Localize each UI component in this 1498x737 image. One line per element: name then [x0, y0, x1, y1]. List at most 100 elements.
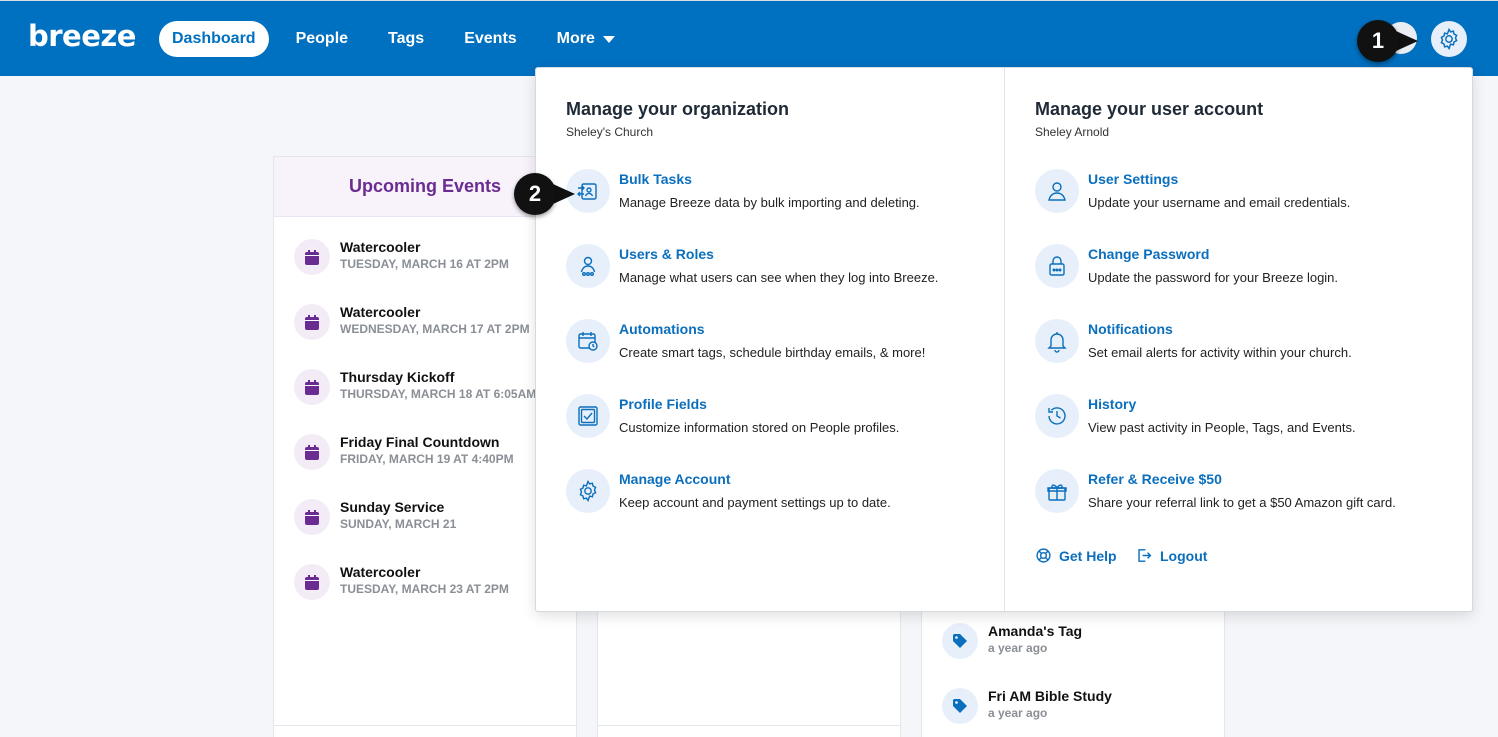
refer-icon-wrap	[1035, 469, 1079, 513]
event-name: Thursday Kickoff	[340, 369, 455, 385]
nav-dashboard[interactable]: Dashboard	[159, 21, 269, 57]
event-item[interactable]: Watercooler TUESDAY, MARCH 16 AT 2PM	[294, 239, 509, 275]
event-name: Watercooler	[340, 304, 421, 320]
menu-item-user-settings[interactable]: User Settings Update your username and em…	[1035, 169, 1350, 213]
user-name: Sheley Arnold	[1035, 125, 1110, 139]
bulk-import-icon	[577, 183, 597, 200]
event-item[interactable]: Watercooler TUESDAY, MARCH 23 AT 2PM	[294, 564, 509, 600]
history-icon	[1048, 407, 1066, 425]
menu-item-description: Customize information stored on People p…	[619, 420, 900, 435]
change-password-icon-wrap	[1035, 244, 1079, 288]
tag-item[interactable]: Amanda's Tag a year ago	[942, 623, 1082, 659]
event-name: Watercooler	[340, 239, 421, 255]
menu-item-label: Notifications	[1088, 321, 1173, 337]
menu-item-label: Profile Fields	[619, 396, 707, 412]
event-item[interactable]: Friday Final Countdown FRIDAY, MARCH 19 A…	[294, 434, 514, 470]
nav-people-label: People	[295, 30, 349, 47]
calendar-clock-icon	[578, 332, 598, 351]
tag-icon	[953, 699, 967, 713]
tag-name: Amanda's Tag	[988, 623, 1083, 639]
card-footer-divider	[274, 725, 576, 726]
user-roles-icon	[580, 256, 596, 277]
event-name: Sunday Service	[340, 499, 445, 515]
event-item[interactable]: Sunday Service SUNDAY, MARCH 21	[294, 499, 456, 535]
logout-label: Logout	[1160, 547, 1208, 564]
event-item[interactable]: Watercooler WEDNESDAY, MARCH 17 AT 2PM	[294, 304, 530, 340]
menu-item-label: User Settings	[1088, 171, 1179, 187]
event-name: Watercooler	[340, 564, 421, 580]
callout-marker-2: 2	[514, 173, 556, 215]
menu-item-automations[interactable]: Automations Create smart tags, schedule b…	[566, 319, 925, 363]
gear-icon	[579, 479, 597, 503]
menu-item-description: Share your referral link to get a $50 Am…	[1088, 495, 1396, 510]
chevron-down-icon	[602, 35, 615, 43]
event-item[interactable]: Thursday Kickoff THURSDAY, MARCH 18 AT 6:…	[294, 369, 536, 405]
event-calendar-icon-wrap	[294, 304, 330, 340]
logout-icon	[1138, 549, 1152, 562]
event-date: FRIDAY, MARCH 19 AT 4:40PM	[340, 452, 514, 466]
nav-tags[interactable]: Tags	[375, 21, 437, 57]
profile-fields-icon-wrap	[566, 394, 610, 438]
manage-account-icon-wrap	[566, 469, 610, 513]
menu-item-label: Change Password	[1088, 246, 1210, 262]
event-name: Friday Final Countdown	[340, 434, 500, 450]
lifebuoy-icon	[1036, 548, 1051, 563]
menu-item-change-password[interactable]: Change Password Update the password for y…	[1035, 244, 1338, 288]
breeze-logo[interactable]: breeze	[28, 19, 136, 53]
get-help-link[interactable]: Get Help	[1035, 547, 1117, 564]
user-icon	[1048, 182, 1066, 201]
org-section-title: Manage your organization	[566, 99, 790, 119]
menu-item-label: History	[1088, 396, 1137, 412]
menu-item-description: Keep account and payment settings up to …	[619, 495, 891, 510]
menu-item-bulk-tasks[interactable]: Bulk Tasks Manage Breeze data by bulk imp…	[566, 169, 920, 213]
event-date: TUESDAY, MARCH 23 AT 2PM	[340, 582, 509, 596]
calendar-icon	[305, 379, 319, 395]
callout-arrow-1	[1396, 31, 1418, 51]
settings-button[interactable]	[1431, 21, 1467, 57]
menu-item-description: Update the password for your Breeze logi…	[1088, 270, 1339, 285]
user-section-title: Manage your user account	[1035, 99, 1264, 119]
nav-dashboard-label: Dashboard	[172, 30, 256, 47]
upcoming-events-card: Upcoming Events Watercooler TUESDAY, MARC…	[273, 156, 577, 737]
bell-icon	[1047, 332, 1067, 353]
history-icon-wrap	[1035, 394, 1079, 438]
calendar-icon	[305, 314, 319, 330]
settings-dropdown-menu: Manage your organization Sheley's Church…	[535, 67, 1473, 612]
card-footer-divider	[598, 725, 900, 726]
logout-link[interactable]: Logout	[1135, 547, 1207, 564]
org-name: Sheley's Church	[566, 125, 653, 139]
gear-icon	[1440, 27, 1458, 51]
automations-icon-wrap	[566, 319, 610, 363]
tag-item[interactable]: Fri AM Bible Study a year ago	[942, 688, 1112, 724]
nav-people[interactable]: People	[283, 21, 361, 57]
user-settings-icon-wrap	[1035, 169, 1079, 213]
menu-item-label: Automations	[619, 321, 705, 337]
tag-name: Fri AM Bible Study	[988, 688, 1112, 704]
nav-events-label: Events	[464, 30, 517, 47]
event-calendar-icon-wrap	[294, 369, 330, 405]
tag-icon-wrap	[942, 623, 978, 659]
calendar-icon	[305, 509, 319, 525]
menu-item-description: Set email alerts for activity within you…	[1088, 345, 1352, 360]
callout-arrow-2	[553, 184, 575, 204]
callout-marker-1: 1	[1357, 20, 1399, 62]
event-date: THURSDAY, MARCH 18 AT 6:05AM	[340, 387, 537, 401]
users-roles-icon-wrap	[566, 244, 610, 288]
menu-item-users-roles[interactable]: Users & Roles Manage what users can see w…	[566, 244, 938, 288]
tag-time: a year ago	[988, 641, 1048, 655]
menu-item-profile-fields[interactable]: Profile Fields Customize information stor…	[566, 394, 899, 438]
get-help-label: Get Help	[1059, 547, 1117, 564]
menu-item-description: View past activity in People, Tags, and …	[1088, 420, 1356, 435]
event-date: SUNDAY, MARCH 21	[340, 517, 457, 531]
calendar-icon	[305, 444, 319, 460]
event-date: WEDNESDAY, MARCH 17 AT 2PM	[340, 322, 530, 336]
event-date: TUESDAY, MARCH 16 AT 2PM	[340, 257, 509, 271]
nav-more[interactable]: More	[544, 21, 628, 57]
menu-item-manage-account[interactable]: Manage Account Keep account and payment s…	[566, 469, 891, 513]
nav-events[interactable]: Events	[451, 21, 529, 57]
nav-more-label: More	[556, 30, 595, 47]
menu-item-refer-receive[interactable]: Refer & Receive $50 Share your referral l…	[1035, 469, 1396, 513]
menu-item-notifications[interactable]: Notifications Set email alerts for activi…	[1035, 319, 1352, 363]
checkbox-icon	[578, 406, 598, 426]
menu-item-history[interactable]: History View past activity in People, Tag…	[1035, 394, 1356, 438]
